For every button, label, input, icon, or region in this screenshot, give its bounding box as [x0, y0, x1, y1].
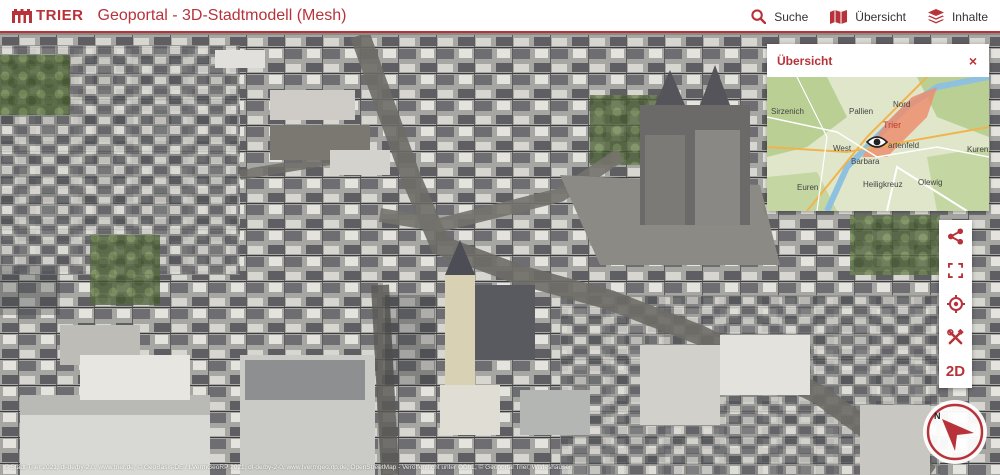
map-label-west: West — [833, 144, 852, 153]
locate-button[interactable] — [939, 287, 972, 321]
logo-text: TRIER — [36, 7, 84, 24]
map-label-olewig: Olewig — [918, 178, 943, 187]
trier-logo[interactable]: TRIER — [12, 0, 84, 32]
map-toolbar: 2D — [939, 220, 972, 388]
overview-button[interactable]: Übersicht — [830, 9, 906, 24]
attribution: © Stadt Trier 2021, dl-de/by-2.0, www.tr… — [4, 464, 573, 471]
layers-button[interactable]: Inhalte — [927, 9, 988, 24]
compass-north-label: N — [934, 411, 941, 421]
search-button[interactable]: Suche — [751, 9, 808, 24]
map-label-sirzenich: Sirzenich — [771, 107, 804, 116]
map-label-trier: Trier — [883, 120, 902, 130]
map-label-euren: Euren — [797, 183, 819, 192]
search-label: Suche — [774, 9, 809, 24]
page-title: Geoportal - 3D-Stadtmodell (Mesh) — [97, 6, 347, 24]
app-root: TRIER Geoportal - 3D-Stadtmodell (Mesh) … — [0, 0, 1000, 475]
overview-map[interactable]: Sirzenich Pallien Nord Trier West artenf… — [767, 77, 989, 211]
overview-title: Übersicht — [777, 53, 833, 68]
close-icon[interactable]: × — [969, 54, 977, 68]
layers-icon — [927, 9, 944, 24]
tools-button[interactable] — [939, 321, 972, 355]
overview-label: Übersicht — [855, 9, 906, 24]
city-gate-icon — [12, 8, 32, 23]
2d-mode-button[interactable]: 2D — [939, 354, 972, 388]
tools-icon — [947, 329, 964, 345]
compass[interactable]: N — [922, 399, 988, 465]
overview-header: Übersicht × — [767, 44, 989, 77]
map-label-heiligkreuz: Heiligkreuz — [863, 180, 903, 189]
eye-icon — [866, 136, 888, 148]
map-label-gartenfeld: artenfeld — [888, 141, 920, 150]
share-icon — [947, 228, 964, 245]
layers-label: Inhalte — [951, 9, 988, 24]
app-header: TRIER Geoportal - 3D-Stadtmodell (Mesh) … — [0, 0, 1000, 33]
search-icon — [751, 9, 767, 24]
fullscreen-button[interactable] — [939, 254, 972, 288]
map-label-pallien: Pallien — [849, 107, 874, 116]
map-label-nord: Nord — [893, 100, 911, 109]
fullscreen-icon — [948, 262, 963, 278]
locate-icon — [946, 294, 965, 313]
compass-icon: N — [923, 400, 987, 464]
map-label-barbara: Barbara — [851, 157, 880, 166]
overview-panel: Übersicht × Sirzenich Pallien Nord Trier… — [767, 44, 989, 211]
header-nav: Suche Übersicht Inhalte — [729, 0, 988, 33]
map-label-kuren: Kuren — [967, 145, 989, 154]
share-button[interactable] — [939, 220, 972, 254]
map-icon — [830, 9, 848, 24]
